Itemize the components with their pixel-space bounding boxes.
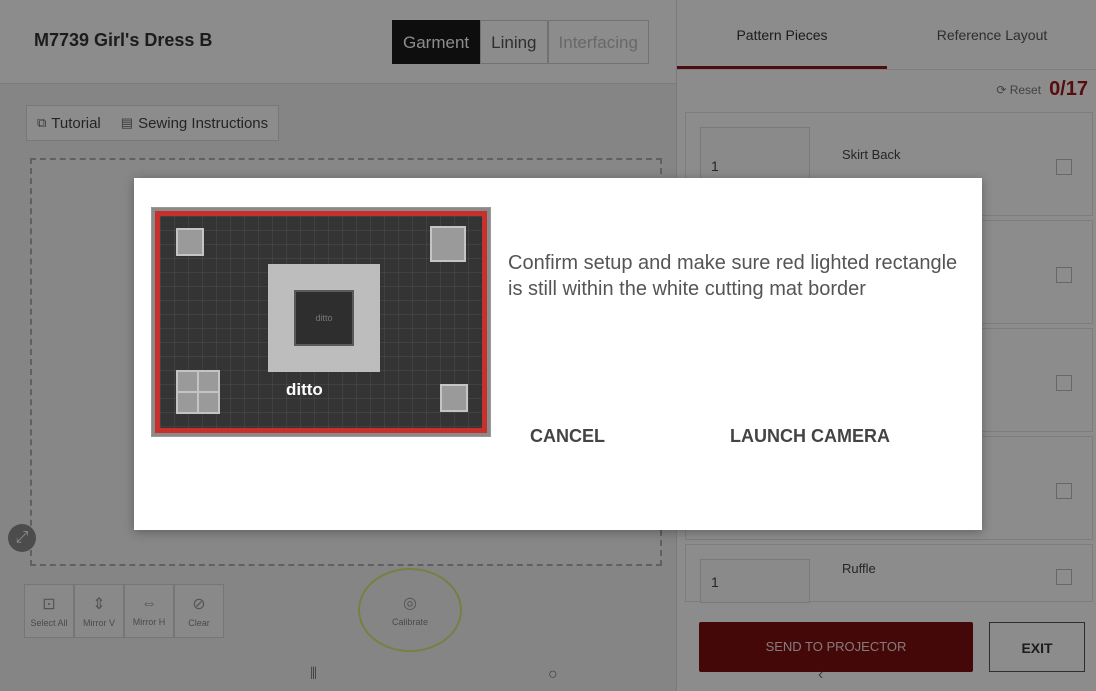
- red-projection-rectangle: ditto ditto: [155, 211, 487, 433]
- cancel-button[interactable]: CANCEL: [530, 426, 605, 447]
- mat-center-target: ditto: [268, 264, 380, 372]
- mat-marker-icon: [176, 370, 220, 414]
- mat-marker-icon: [430, 226, 466, 262]
- mat-marker-icon: [176, 228, 204, 256]
- confirm-setup-dialog: ditto ditto Confirm setup and make sure …: [134, 178, 982, 530]
- ditto-logo: ditto: [286, 380, 323, 399]
- launch-camera-button[interactable]: LAUNCH CAMERA: [730, 426, 890, 447]
- dialog-message: Confirm setup and make sure red lighted …: [508, 252, 958, 300]
- mat-marker-icon: [440, 384, 468, 412]
- cutting-mat-illustration: ditto ditto: [151, 207, 491, 437]
- mat-center-inner: ditto: [294, 290, 354, 346]
